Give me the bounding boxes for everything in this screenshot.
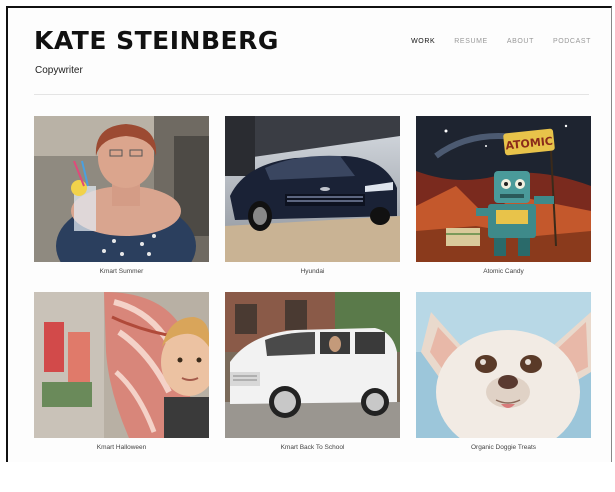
portfolio-caption: Hyundai <box>300 268 325 275</box>
portfolio-item-hyundai[interactable]: Hyundai <box>225 116 400 278</box>
nav-work[interactable]: WORK <box>411 38 435 45</box>
main-nav: WORK RESUME ABOUT PODCAST <box>411 38 591 45</box>
kmart-summer-thumbnail[interactable] <box>34 116 209 262</box>
page-bottom-edge <box>6 462 612 492</box>
portfolio-caption: Kmart Summer <box>99 268 144 275</box>
portfolio-item-atomic-candy[interactable]: ATOMIC Atomic Candy <box>416 116 591 278</box>
browser-page: KATE STEINBERG Copywriter WORK RESUME AB… <box>6 6 612 489</box>
portfolio-grid: Kmart Summer Hyundai ATOMIC Atomic Candy… <box>34 116 599 454</box>
portfolio-caption: Atomic Candy <box>483 268 524 275</box>
portfolio-item-kmart-summer[interactable]: Kmart Summer <box>34 116 209 278</box>
nav-about[interactable]: ABOUT <box>507 38 534 45</box>
portfolio-item-organic-doggie-treats[interactable]: Organic Doggie Treats <box>416 292 591 454</box>
kmart-back-to-school-thumbnail[interactable] <box>225 292 400 438</box>
kmart-halloween-thumbnail[interactable] <box>34 292 209 438</box>
nav-resume[interactable]: RESUME <box>454 38 488 45</box>
site-subtitle: Copywriter <box>35 65 83 76</box>
atomic-candy-thumbnail[interactable]: ATOMIC <box>416 116 591 262</box>
portfolio-item-kmart-back-to-school[interactable]: Kmart Back To School <box>225 292 400 454</box>
site-title[interactable]: KATE STEINBERG <box>34 26 279 55</box>
nav-podcast[interactable]: PODCAST <box>553 38 591 45</box>
hyundai-thumbnail[interactable] <box>225 116 400 262</box>
portfolio-caption: Kmart Halloween <box>96 444 147 451</box>
portfolio-item-kmart-halloween[interactable]: Kmart Halloween <box>34 292 209 454</box>
portfolio-caption: Kmart Back To School <box>280 444 345 451</box>
header-divider <box>34 94 589 95</box>
site-header: KATE STEINBERG Copywriter WORK RESUME AB… <box>34 20 591 90</box>
organic-doggie-treats-thumbnail[interactable] <box>416 292 591 438</box>
portfolio-caption: Organic Doggie Treats <box>470 444 537 451</box>
